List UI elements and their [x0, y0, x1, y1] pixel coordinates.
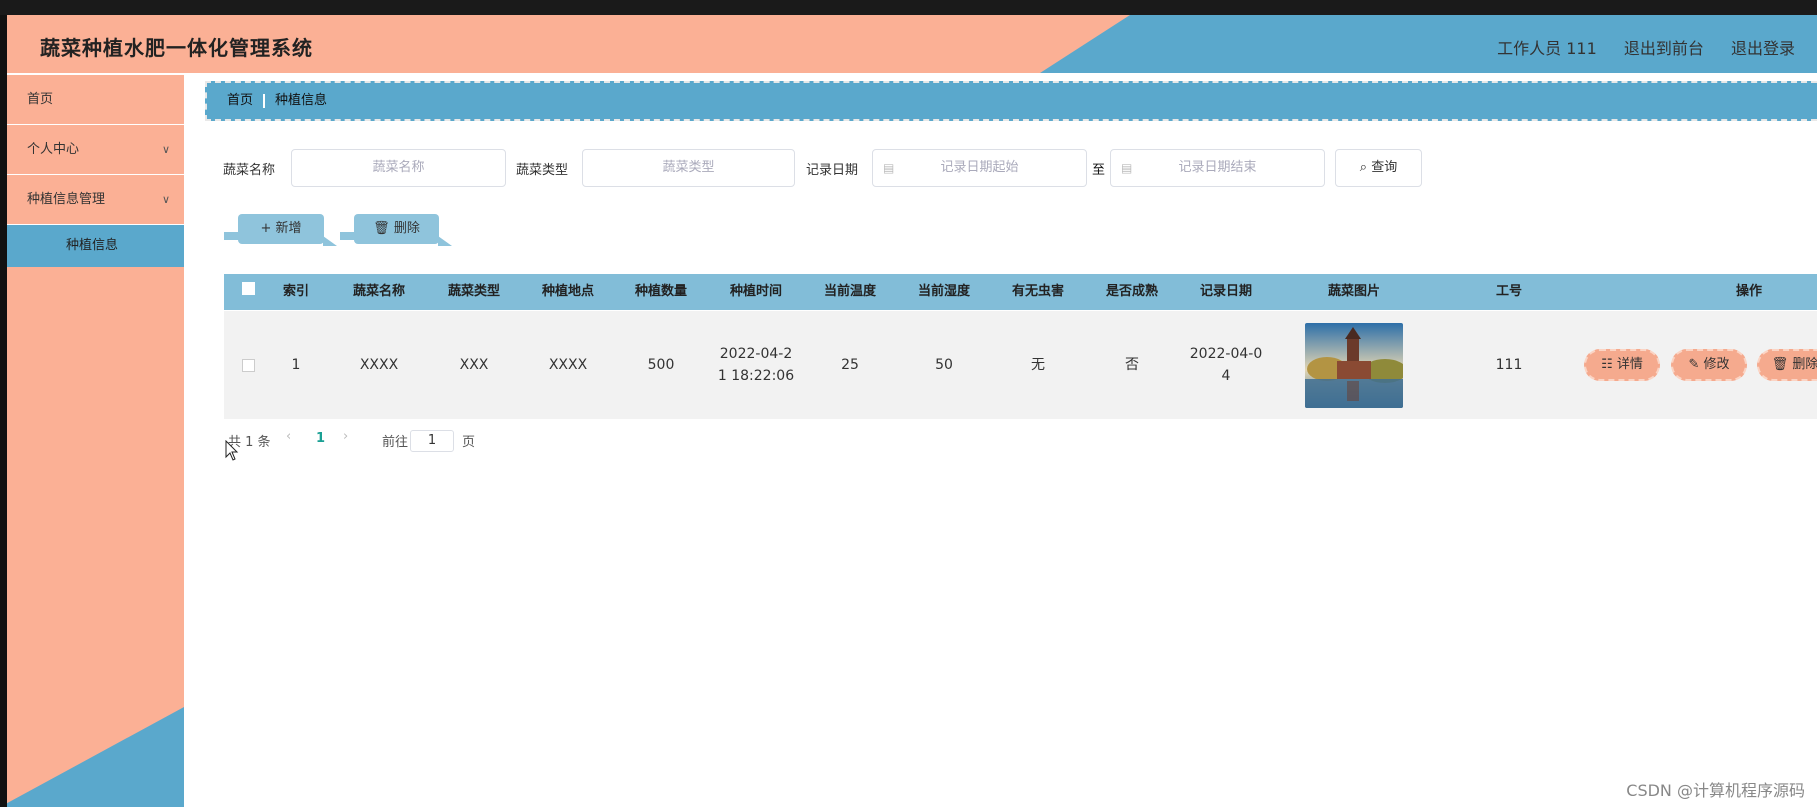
vegetable-name-label: 蔬菜名称 [223, 163, 276, 178]
row-delete-button[interactable]: 🗑︎ 删除 [1757, 349, 1817, 381]
next-page-icon[interactable]: › [343, 429, 348, 444]
breadcrumb-home[interactable]: 首页 [227, 93, 253, 108]
header-user-area: 工作人员 111 退出到前台 退出登录 [1497, 35, 1817, 59]
col-header: 当前湿度 [917, 284, 970, 299]
col-header: 操作 [1735, 284, 1762, 299]
window-edge [0, 15, 7, 807]
cell-vegetable-image [1284, 311, 1424, 419]
page-jump-input[interactable]: 1 [410, 430, 454, 452]
col-header: 有无虫害 [1011, 284, 1064, 299]
app-frame: 蔬菜种植水肥一体化管理系统 工作人员 111 退出到前台 退出登录 首页 个人中… [0, 15, 1817, 807]
prev-page-icon[interactable]: ‹ [286, 429, 291, 444]
cell-humidity: 50 [935, 357, 953, 373]
add-button[interactable]: + 新增 [224, 214, 337, 246]
col-header: 种植数量 [634, 284, 687, 299]
delete-button-label: 删除 [393, 221, 420, 236]
date-start-placeholder: 记录日期起始 [940, 160, 1019, 175]
add-button-label: 新增 [275, 221, 302, 236]
goto-label: 前往 [382, 435, 409, 450]
system-title: 蔬菜种植水肥一体化管理系统 [40, 36, 313, 60]
date-range-to-label: 至 [1092, 163, 1106, 178]
vegetable-name-input[interactable]: 蔬菜名称 [291, 149, 506, 187]
watermark: CSDN @计算机程序源码 [1626, 781, 1805, 800]
date-end-input[interactable]: ▤ 记录日期结束 [1110, 149, 1325, 187]
detail-button-label: 详情 [1616, 357, 1643, 372]
row-checkbox[interactable] [240, 311, 256, 419]
table-header: 索引 蔬菜名称 蔬菜类型 种植地点 种植数量 种植时间 当前温度 当前湿度 有无… [224, 274, 1817, 310]
breadcrumb: 首页 种植信息 [205, 81, 1817, 121]
logout-link[interactable]: 退出登录 [1731, 39, 1795, 58]
table-row: 1 XXXX XXX XXXX 500 2022-04-2 1 18:22:06… [224, 311, 1817, 419]
cell-mature: 否 [1125, 357, 1139, 373]
record-date-line1: 2022-04-0 [1189, 346, 1263, 362]
sidebar-item-label: 首页 [27, 92, 54, 107]
edit-button-label: 修改 [1703, 357, 1730, 372]
chevron-down-icon: ∨ [161, 143, 170, 156]
cell-record-date: 2022-04-0 4 [1181, 311, 1271, 419]
breadcrumb-separator [263, 93, 266, 108]
chevron-down-icon: ∨ [161, 193, 170, 206]
page-number-current[interactable]: 1 [316, 431, 325, 446]
col-header: 种植地点 [541, 284, 594, 299]
query-button[interactable]: ⌕ 新增 查询 [1335, 149, 1422, 187]
plant-time-line1: 2022-04-2 [719, 346, 793, 362]
calendar-icon: ▤ [1121, 161, 1133, 175]
detail-button[interactable]: ☷ 详情 [1584, 349, 1660, 381]
record-date-label: 记录日期 [806, 163, 859, 178]
col-header: 蔬菜类型 [447, 284, 500, 299]
document-icon: ☷ [1601, 357, 1613, 372]
record-date-line2: 4 [1221, 368, 1231, 384]
edit-button[interactable]: ✎ 修改 [1671, 349, 1747, 381]
calendar-icon: ▤ [883, 161, 895, 175]
vegetable-type-input[interactable]: 蔬菜类型 [582, 149, 795, 187]
user-label: 工作人员 111 [1497, 39, 1597, 58]
trash-icon: 🗑︎ [373, 221, 390, 236]
sidebar-item-planting-management[interactable]: 种植信息管理 ∨ [0, 175, 184, 225]
exit-to-front-link[interactable]: 退出到前台 [1624, 39, 1704, 58]
sidebar-decoration [0, 707, 184, 807]
col-header: 蔬菜名称 [352, 284, 405, 299]
cell-pest: 无 [1031, 357, 1045, 373]
query-label: 查询 [1371, 160, 1398, 175]
cell-name: XXXX [359, 357, 399, 373]
cell-place: XXXX [548, 357, 588, 373]
cell-count: 500 [647, 357, 675, 373]
sidebar-item-home[interactable]: 首页 [0, 75, 184, 125]
date-start-input[interactable]: ▤ 记录日期起始 [872, 149, 1087, 187]
cell-plant-time: 2022-04-2 1 18:22:06 [711, 311, 801, 419]
col-header: 是否成熟 [1105, 284, 1158, 299]
trash-icon: 🗑︎ [1771, 357, 1789, 372]
cell-temperature: 25 [841, 357, 859, 373]
breadcrumb-current: 种植信息 [275, 93, 328, 108]
col-header: 当前温度 [823, 284, 876, 299]
cell-index: 1 [291, 357, 301, 373]
select-all-checkbox[interactable] [240, 274, 256, 310]
sidebar-item-personal-center[interactable]: 个人中心 ∨ [0, 125, 184, 175]
plant-time-line2: 1 18:22:06 [717, 368, 795, 384]
col-header: 蔬菜图片 [1327, 284, 1380, 299]
page-unit-label: 页 [462, 435, 476, 450]
sidebar: 首页 个人中心 ∨ 种植信息管理 ∨ 种植信息 [0, 75, 184, 807]
pencil-icon: ✎ [1688, 357, 1700, 372]
mouse-cursor-icon [225, 440, 239, 461]
row-delete-button-label: 删除 [1792, 357, 1817, 372]
col-header: 种植时间 [729, 284, 782, 299]
sidebar-item-label: 种植信息管理 [27, 192, 106, 207]
vegetable-image[interactable] [1305, 322, 1403, 408]
col-header: 索引 [282, 284, 309, 299]
search-icon: ⌕ [1359, 160, 1368, 175]
delete-button[interactable]: 🗑︎ 删除 [340, 214, 452, 246]
date-end-placeholder: 记录日期结束 [1178, 160, 1257, 175]
cell-worker-id: 111 [1495, 357, 1523, 373]
top-header: 蔬菜种植水肥一体化管理系统 工作人员 111 退出到前台 退出登录 [0, 15, 1817, 73]
sidebar-subitem-planting-info[interactable]: 种植信息 [0, 225, 184, 267]
col-header: 记录日期 [1199, 284, 1252, 299]
vegetable-type-label: 蔬菜类型 [516, 163, 569, 178]
plus-icon: + [260, 221, 272, 236]
sidebar-item-label: 个人中心 [27, 142, 80, 157]
col-header: 工号 [1495, 284, 1522, 299]
cell-type: XXX [459, 357, 489, 373]
